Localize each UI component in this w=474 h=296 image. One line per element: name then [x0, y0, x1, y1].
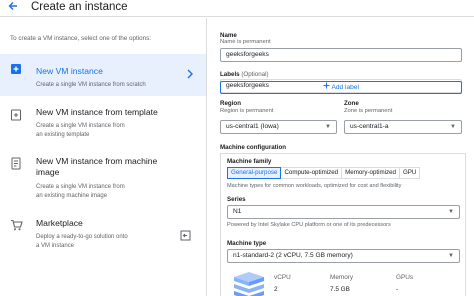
name-label: Name [220, 32, 237, 39]
gpus-value: - [396, 286, 399, 293]
option-marketplace[interactable]: Marketplace Deploy a ready-to-go solutio… [0, 214, 206, 258]
series-description: Powered by Intel Skylake CPU platform or… [227, 222, 391, 228]
machine-type-select[interactable]: n1-standard-2 (2 vCPU, 7.5 GB memory) ▼ [227, 249, 460, 263]
zone-value: us-central1-a [350, 123, 389, 130]
dropdown-arrow-icon: ▼ [450, 124, 456, 130]
tab-general-purpose[interactable]: General-purpose [227, 167, 282, 179]
launch-icon[interactable] [180, 228, 192, 241]
machine-type-value: n1-standard-2 (2 vCPU, 7.5 GB memory) [233, 252, 353, 259]
gpus-header: GPUs [396, 274, 414, 281]
series-value: N1 [233, 208, 242, 215]
option-desc: an existing machine image [36, 192, 108, 199]
vcpu-header: vCPU [274, 274, 291, 281]
add-label-text: Add label [331, 84, 359, 91]
option-vm-from-machine-image[interactable]: New VM instance from machine image Creat… [0, 154, 206, 210]
option-new-vm-instance[interactable]: New VM instance Create a single VM insta… [0, 54, 206, 96]
vcpu-value: 2 [274, 286, 278, 293]
template-icon [10, 108, 24, 122]
option-desc: Create a single VM instance from scratch [36, 82, 146, 88]
tab-memory-optimized[interactable]: Memory-optimized [341, 167, 400, 179]
option-vm-from-template[interactable]: New VM instance from template Create a s… [0, 102, 206, 152]
cart-icon [10, 218, 24, 232]
zone-select[interactable]: us-central1-a ▼ [344, 120, 462, 134]
series-label: Series [227, 196, 246, 203]
option-title: New VM instance from machine [36, 156, 158, 166]
option-desc: Create a single VM instance from [36, 123, 125, 129]
labels-label-text: Labels [220, 71, 240, 78]
option-desc: Create a single VM instance from [36, 184, 125, 190]
machine-image-icon [10, 157, 24, 171]
option-title: New VM instance from template [36, 107, 158, 117]
name-hint: Name is permanent [220, 39, 271, 45]
dropdown-arrow-icon: ▼ [448, 253, 454, 259]
add-label-button[interactable]: Add label [220, 81, 462, 94]
region-select[interactable]: us-central1 (Iowa) ▼ [220, 120, 337, 134]
option-title: New VM instance [36, 66, 103, 76]
back-arrow-icon[interactable] [6, 0, 20, 14]
dropdown-arrow-icon: ▼ [448, 209, 454, 215]
region-hint: Region is permanent [220, 108, 274, 114]
zone-label: Zone [344, 100, 359, 107]
memory-value: 7.5 GB [330, 286, 350, 293]
memory-header: Memory [330, 274, 354, 281]
tab-gpu[interactable]: GPU [398, 167, 421, 179]
page-title: Create an instance [31, 1, 128, 13]
family-description: Machine types for common workloads, opti… [227, 183, 402, 189]
region-label: Region [220, 100, 241, 107]
tab-compute-optimized[interactable]: Compute-optimized [280, 167, 343, 179]
name-input[interactable]: geeksforgeeks [220, 48, 462, 62]
zone-hint: Zone is permanent [344, 108, 393, 114]
instance-form: Name Name is permanent geeksforgeeks Lab… [208, 18, 474, 296]
page-header: Create an instance [0, 0, 474, 17]
region-value: us-central1 (Iowa) [226, 123, 279, 130]
server-icon [232, 271, 266, 296]
labels-label: Labels (Optional) [220, 71, 269, 78]
dropdown-arrow-icon: ▼ [325, 124, 331, 130]
machine-family-tabs: General-purpose Compute-optimized Memory… [227, 167, 421, 179]
creation-options-panel: To create a VM instance, select one of t… [0, 18, 207, 296]
labels-optional: (Optional) [241, 71, 269, 78]
option-desc: Deploy a ready-to-go solution onto [36, 234, 128, 240]
add-box-icon [10, 62, 24, 76]
option-desc: an existing template [36, 131, 90, 138]
option-desc: a VM instance [36, 242, 75, 249]
machine-family-label: Machine family [227, 158, 272, 165]
series-select[interactable]: N1 ▼ [227, 205, 460, 219]
chevron-right-icon [186, 68, 194, 82]
intro-text: To create a VM instance, select one of t… [10, 35, 152, 42]
option-title: image [36, 167, 60, 177]
option-title: Marketplace [36, 218, 83, 228]
machine-type-label: Machine type [227, 240, 267, 247]
machine-config-label: Machine configuration [220, 144, 287, 151]
